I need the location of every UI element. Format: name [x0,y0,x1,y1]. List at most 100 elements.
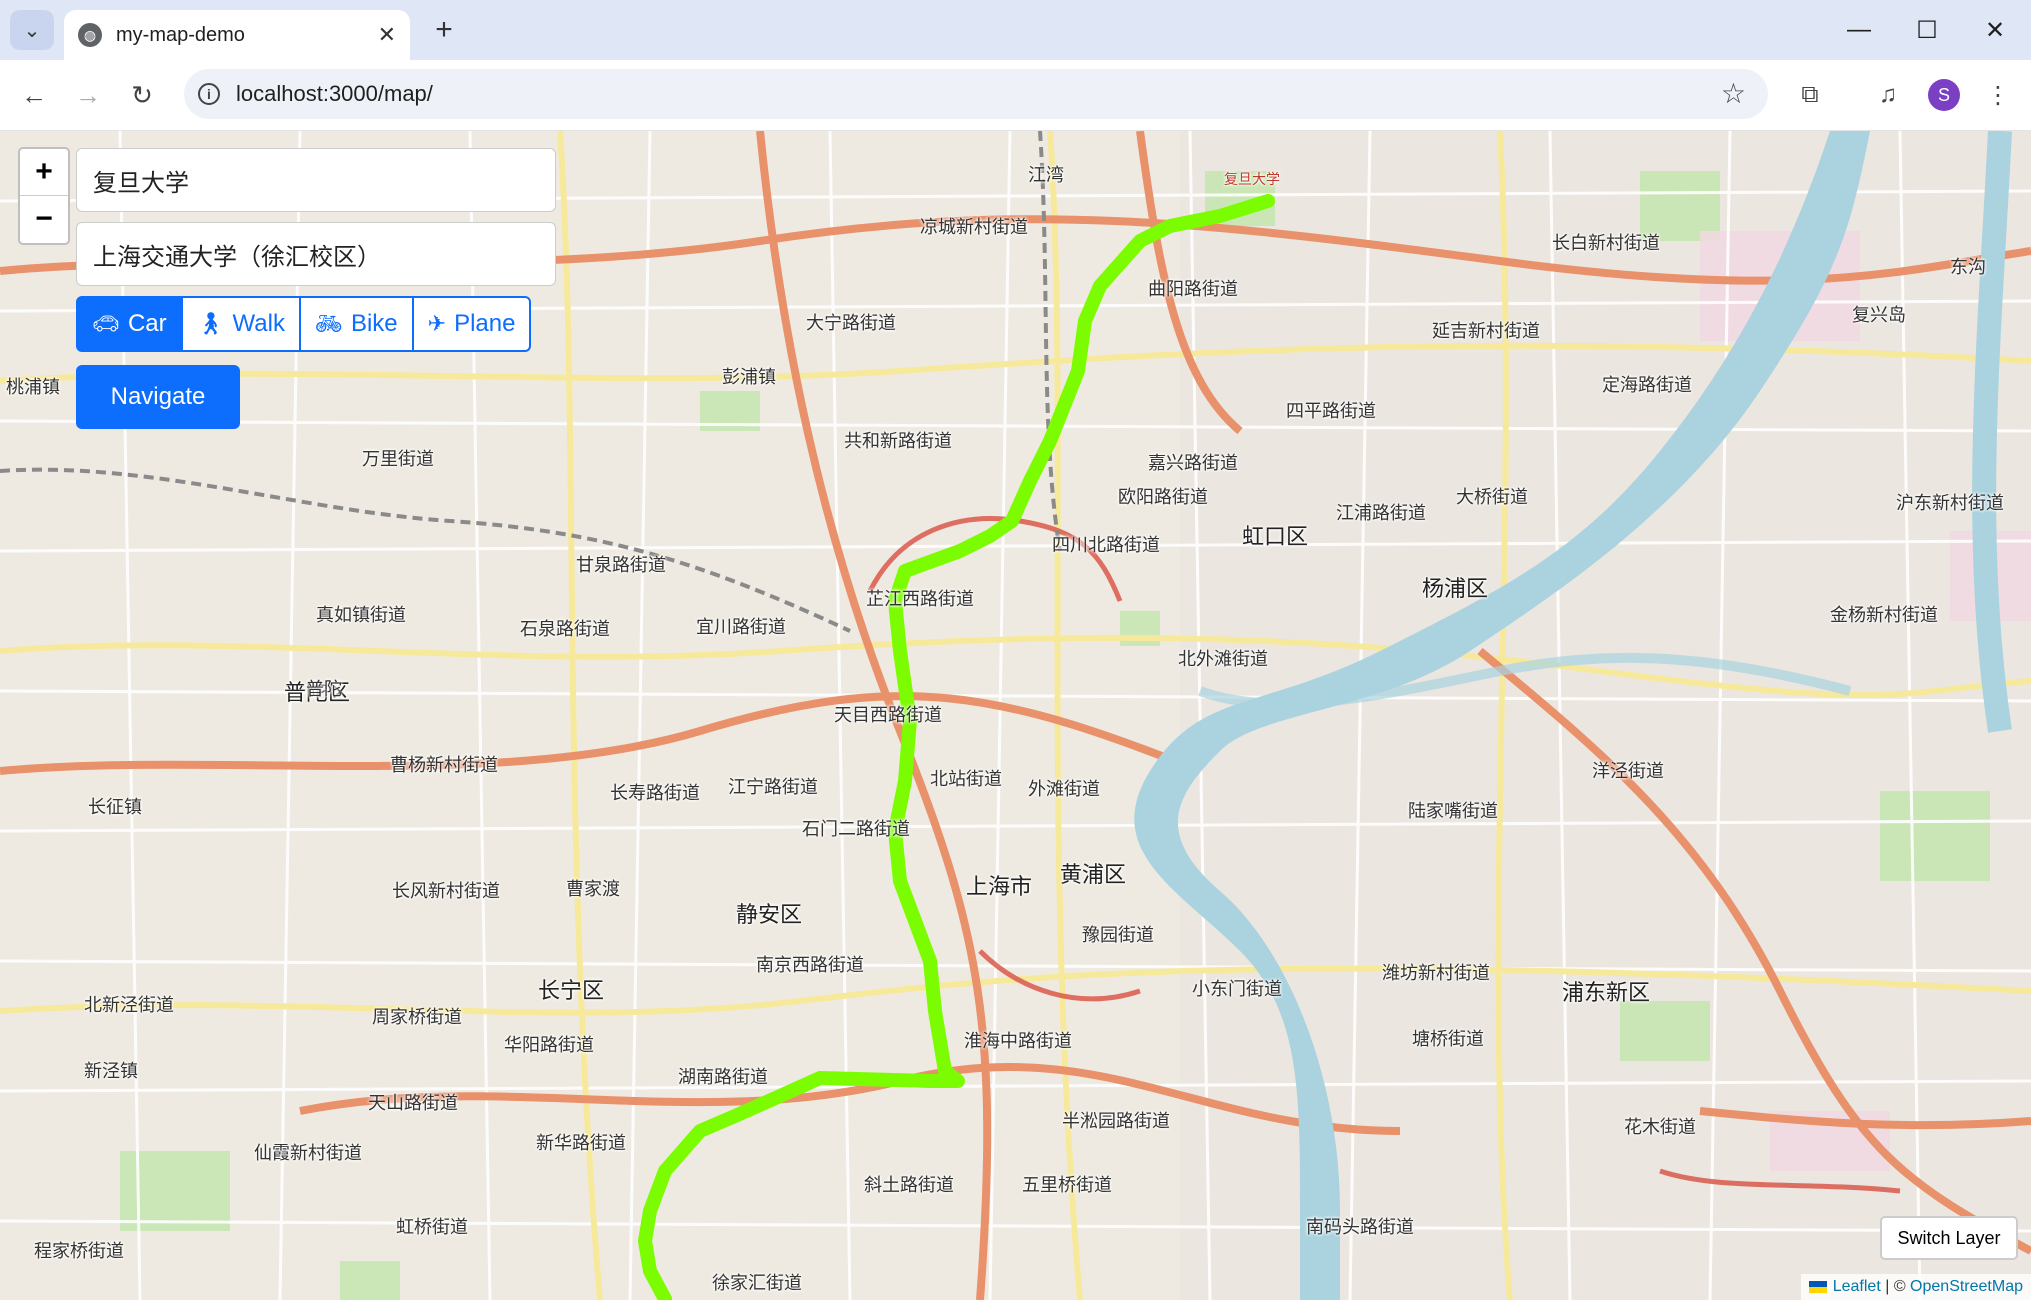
place-label: 长征镇 [88,797,142,817]
maximize-window-button[interactable]: ☐ [1902,10,1952,50]
place-label: 五里桥街道 [1022,1175,1112,1195]
place-label: 天目西路街道 [834,705,942,725]
minimize-window-button[interactable]: — [1834,10,1884,50]
place-label: 四平路街道 [1286,401,1376,421]
more-menu-icon[interactable]: ⋮ [1978,75,2018,115]
tab-search-button[interactable]: ⌄ [10,10,54,50]
extensions-icon[interactable]: ⧉ [1790,75,1830,115]
place-label: 东沟 [1950,257,1986,277]
bookmark-star-icon[interactable]: ☆ [1721,77,1746,110]
place-label: 曹家渡 [566,879,620,899]
forward-button[interactable]: → [68,75,108,115]
zoom-out-button[interactable]: − [20,196,68,242]
place-label: 四川北路街道 [1052,535,1160,555]
place-label: 长风新村街道 [392,881,500,901]
close-window-button[interactable]: ✕ [1970,10,2020,50]
mode-label: Walk [232,310,285,337]
mode-bike-button[interactable]: 🚲︎ Bike [299,296,414,352]
back-button[interactable]: ← [14,75,54,115]
zoom-in-button[interactable]: + [20,149,68,196]
place-label: 洋泾街道 [1592,761,1664,781]
place-label: 陆家嘴街道 [1408,801,1498,821]
place-label: 彭浦镇 [722,367,776,387]
place-label: 塘桥街道 [1412,1029,1484,1049]
mode-walk-button[interactable]: 🚶︎ Walk [180,296,301,352]
place-label: 南码头路街道 [1306,1217,1414,1237]
place-label: 江浦路街道 [1336,503,1426,523]
mode-label: Plane [454,310,516,337]
place-label: 斜土路街道 [864,1175,954,1195]
place-label: 小东门街道 [1192,979,1282,999]
place-label: 复兴岛 [1852,305,1906,325]
place-label: 曹杨新村街道 [390,755,498,775]
switch-layer-button[interactable]: Switch Layer [1880,1216,2018,1260]
district-label: 杨浦区 [1422,576,1489,601]
mode-label: Car [127,310,167,337]
media-control-icon[interactable]: ♫ [1868,75,1908,115]
chevron-down-icon: ⌄ [23,19,41,42]
leaflet-link[interactable]: Leaflet [1833,1278,1881,1296]
mode-plane-button[interactable]: ✈︎ Plane [411,296,532,352]
osm-link[interactable]: OpenStreetMap [1910,1278,2023,1296]
place-label: 半淞园路街道 [1062,1111,1170,1131]
place-label: 花木街道 [1624,1117,1696,1137]
origin-input[interactable]: 复旦大学 [76,148,556,212]
tab-title: my-map-demo [116,23,245,46]
place-label: 北外滩街道 [1178,649,1268,669]
place-label: 湖南路街道 [678,1067,768,1087]
place-label: 欧阳路街道 [1118,487,1208,507]
walk-icon: 🚶︎ [196,311,225,336]
zoom-control: + − [18,147,70,245]
browser-tab[interactable]: ◍ my-map-demo ✕ [64,10,410,60]
place-label: 甘泉路街道 [576,555,666,575]
place-label: 沪东新村街道 [1896,493,2004,513]
browser-toolbar: ← → ↻ i localhost:3000/map/ ☆ ⧉ ♫ ⋮ [0,60,2031,131]
profile-avatar[interactable]: S [1928,79,1960,111]
place-label: 宜川路街道 [696,617,786,637]
car-icon: 🚗︎ [92,311,120,336]
place-label: 芷江西路街道 [866,589,974,609]
reload-button[interactable]: ↻ [122,75,162,115]
map-attribution: Leaflet | © OpenStreetMap [1800,1274,2031,1300]
place-label: 北站街道 [930,769,1002,789]
place-label: 延吉新村街道 [1432,321,1540,341]
place-label: 嘉兴路街道 [1148,453,1238,473]
address-bar[interactable]: i localhost:3000/map/ ☆ [184,69,1768,119]
place-label: 大宁路街道 [806,313,896,333]
place-label: 长寿路街道 [610,783,700,803]
place-label: 共和新路街道 [844,431,952,451]
place-label: 万里街道 [362,449,434,469]
place-label: 曲阳路街道 [1148,279,1238,299]
navigate-button[interactable]: Navigate [76,365,240,429]
destination-input[interactable]: 上海交通大学（徐汇校区） [76,222,556,286]
place-label: 周家桥街道 [372,1007,462,1027]
place-label: 徐家汇街道 [712,1273,802,1293]
place-label: 新泾镇 [84,1061,138,1081]
travel-mode-group: 🚗︎ Car 🚶︎ Walk 🚲︎ Bike ✈︎ Plane [76,296,532,352]
district-label: 黄浦区 [1060,862,1127,887]
site-info-icon[interactable]: i [198,83,220,105]
district-label: 浦东新区 [1562,980,1651,1005]
place-label: 大桥街道 [1456,487,1528,507]
ukraine-flag-icon [1808,1281,1827,1293]
district-label: 虹口区 [1242,524,1309,549]
place-label: 豫园街道 [1082,925,1154,945]
place-label: 金杨新村街道 [1830,605,1938,625]
new-tab-button[interactable]: + [424,10,464,50]
address-url[interactable]: localhost:3000/map/ [236,81,433,107]
district-label: 长宁区 [538,978,605,1003]
mode-car-button[interactable]: 🚗︎ Car [76,296,183,352]
place-label: 华阳路街道 [504,1035,594,1055]
place-label: 外滩街道 [1028,779,1100,799]
close-tab-icon[interactable]: ✕ [378,22,396,48]
place-label: 虹桥街道 [396,1217,468,1237]
origin-map-label: 复旦大学 [1224,171,1280,187]
place-label: 桃浦镇 [6,377,60,397]
place-label: 南京西路街道 [756,955,864,975]
place-label: 真如镇街道 [316,605,406,625]
place-label: 北新泾街道 [84,995,174,1015]
city-label: 上海市 [966,874,1033,899]
district-label: 静安区 [736,902,803,927]
place-label: 江湾 [1028,165,1064,185]
place-label: 凉城新村街道 [920,217,1028,237]
